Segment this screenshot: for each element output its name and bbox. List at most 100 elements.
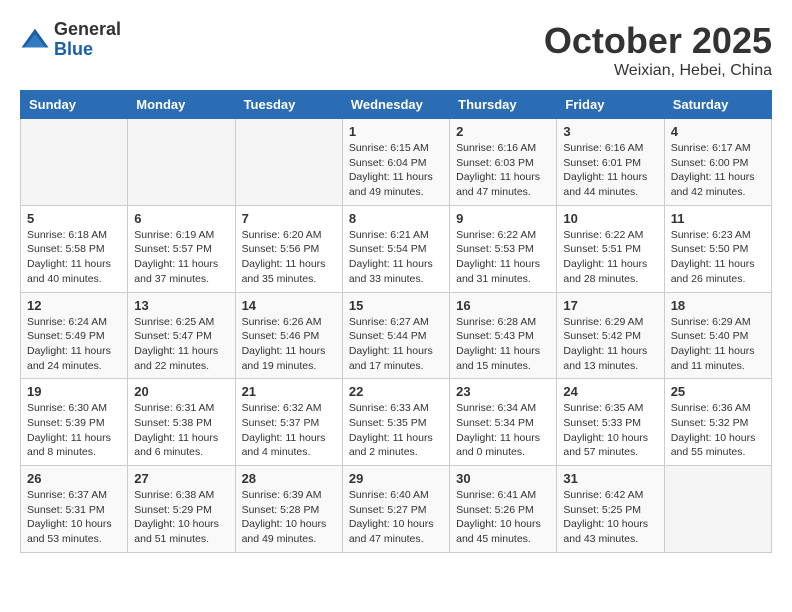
calendar-cell: 18Sunrise: 6:29 AM Sunset: 5:40 PM Dayli…	[664, 292, 771, 379]
day-info: Sunrise: 6:27 AM Sunset: 5:44 PM Dayligh…	[349, 315, 443, 374]
logo-general: General	[54, 20, 121, 40]
calendar-cell	[235, 119, 342, 206]
calendar-cell: 14 Sunrise: 6:26 AM Sunset: 5:46 PM Dayli…	[235, 292, 342, 379]
calendar-cell: 10 Sunrise: 6:22 AM Sunset: 5:51 PM Dayli…	[557, 205, 664, 292]
weekday-header: Monday	[128, 91, 235, 119]
day-number: 29	[349, 471, 443, 486]
day-number: 15	[349, 298, 443, 313]
day-number: 10	[563, 211, 657, 226]
day-number: 16	[456, 298, 550, 313]
day-info: Sunrise: 6:16 AM Sunset: 6:03 PM Dayligh…	[456, 141, 550, 200]
day-number: 30	[456, 471, 550, 486]
day-number: 22	[349, 384, 443, 399]
day-info: Sunrise: 6:20 AM Sunset: 5:56 PM Dayligh…	[242, 228, 336, 287]
title-block: October 2025 Weixian, Hebei, China	[544, 20, 772, 80]
calendar-cell: 25Sunrise: 6:36 AM Sunset: 5:32 PM Dayli…	[664, 379, 771, 466]
page-header: General Blue October 2025 Weixian, Hebei…	[20, 20, 772, 80]
day-number: 24	[563, 384, 657, 399]
calendar-cell: 16 Sunrise: 6:28 AM Sunset: 5:43 PM Dayli…	[450, 292, 557, 379]
calendar-cell: 24 Sunrise: 6:35 AM Sunset: 5:33 PM Dayli…	[557, 379, 664, 466]
calendar-header-row: SundayMondayTuesdayWednesdayThursdayFrid…	[21, 91, 772, 119]
day-info: Sunrise: 6:39 AM Sunset: 5:28 PM Dayligh…	[242, 488, 336, 547]
calendar-cell: 22 Sunrise: 6:33 AM Sunset: 5:35 PM Dayli…	[342, 379, 449, 466]
logo-text: General Blue	[54, 20, 121, 60]
calendar-cell: 5Sunrise: 6:18 AM Sunset: 5:58 PM Daylig…	[21, 205, 128, 292]
day-info: Sunrise: 6:25 AM Sunset: 5:47 PM Dayligh…	[134, 315, 228, 374]
weekday-header: Wednesday	[342, 91, 449, 119]
day-number: 25	[671, 384, 765, 399]
logo: General Blue	[20, 20, 121, 60]
day-info: Sunrise: 6:22 AM Sunset: 5:53 PM Dayligh…	[456, 228, 550, 287]
calendar-cell: 20Sunrise: 6:31 AM Sunset: 5:38 PM Dayli…	[128, 379, 235, 466]
day-number: 31	[563, 471, 657, 486]
day-info: Sunrise: 6:34 AM Sunset: 5:34 PM Dayligh…	[456, 401, 550, 460]
location-subtitle: Weixian, Hebei, China	[544, 62, 772, 80]
day-info: Sunrise: 6:22 AM Sunset: 5:51 PM Dayligh…	[563, 228, 657, 287]
day-info: Sunrise: 6:41 AM Sunset: 5:26 PM Dayligh…	[456, 488, 550, 547]
day-number: 20	[134, 384, 228, 399]
day-number: 27	[134, 471, 228, 486]
calendar-cell: 4Sunrise: 6:17 AM Sunset: 6:00 PM Daylig…	[664, 119, 771, 206]
calendar-cell: 21Sunrise: 6:32 AM Sunset: 5:37 PM Dayli…	[235, 379, 342, 466]
calendar-cell	[664, 466, 771, 553]
day-number: 14	[242, 298, 336, 313]
calendar-cell: 11Sunrise: 6:23 AM Sunset: 5:50 PM Dayli…	[664, 205, 771, 292]
calendar-cell: 31 Sunrise: 6:42 AM Sunset: 5:25 PM Dayli…	[557, 466, 664, 553]
calendar-cell: 17 Sunrise: 6:29 AM Sunset: 5:42 PM Dayli…	[557, 292, 664, 379]
weekday-header: Saturday	[664, 91, 771, 119]
calendar-cell: 13 Sunrise: 6:25 AM Sunset: 5:47 PM Dayli…	[128, 292, 235, 379]
day-number: 1	[349, 124, 443, 139]
calendar-cell: 23 Sunrise: 6:34 AM Sunset: 5:34 PM Dayli…	[450, 379, 557, 466]
day-number: 23	[456, 384, 550, 399]
day-number: 17	[563, 298, 657, 313]
day-info: Sunrise: 6:19 AM Sunset: 5:57 PM Dayligh…	[134, 228, 228, 287]
weekday-header: Thursday	[450, 91, 557, 119]
day-info: Sunrise: 6:29 AM Sunset: 5:42 PM Dayligh…	[563, 315, 657, 374]
day-info: Sunrise: 6:37 AM Sunset: 5:31 PM Dayligh…	[27, 488, 121, 547]
day-info: Sunrise: 6:29 AM Sunset: 5:40 PM Dayligh…	[671, 315, 765, 374]
calendar-cell: 19 Sunrise: 6:30 AM Sunset: 5:39 PM Dayli…	[21, 379, 128, 466]
day-info: Sunrise: 6:16 AM Sunset: 6:01 PM Dayligh…	[563, 141, 657, 200]
day-info: Sunrise: 6:15 AM Sunset: 6:04 PM Dayligh…	[349, 141, 443, 200]
day-number: 28	[242, 471, 336, 486]
calendar-week-row: 19 Sunrise: 6:30 AM Sunset: 5:39 PM Dayli…	[21, 379, 772, 466]
day-number: 2	[456, 124, 550, 139]
day-number: 5	[27, 211, 121, 226]
calendar-week-row: 26 Sunrise: 6:37 AM Sunset: 5:31 PM Dayli…	[21, 466, 772, 553]
calendar-week-row: 12 Sunrise: 6:24 AM Sunset: 5:49 PM Dayli…	[21, 292, 772, 379]
month-title: October 2025	[544, 20, 772, 62]
day-number: 12	[27, 298, 121, 313]
day-info: Sunrise: 6:40 AM Sunset: 5:27 PM Dayligh…	[349, 488, 443, 547]
day-info: Sunrise: 6:35 AM Sunset: 5:33 PM Dayligh…	[563, 401, 657, 460]
day-info: Sunrise: 6:24 AM Sunset: 5:49 PM Dayligh…	[27, 315, 121, 374]
day-info: Sunrise: 6:26 AM Sunset: 5:46 PM Dayligh…	[242, 315, 336, 374]
calendar-cell: 27Sunrise: 6:38 AM Sunset: 5:29 PM Dayli…	[128, 466, 235, 553]
day-number: 21	[242, 384, 336, 399]
calendar-table: SundayMondayTuesdayWednesdayThursdayFrid…	[20, 90, 772, 553]
day-info: Sunrise: 6:30 AM Sunset: 5:39 PM Dayligh…	[27, 401, 121, 460]
day-number: 19	[27, 384, 121, 399]
day-info: Sunrise: 6:33 AM Sunset: 5:35 PM Dayligh…	[349, 401, 443, 460]
calendar-cell: 2 Sunrise: 6:16 AM Sunset: 6:03 PM Daylig…	[450, 119, 557, 206]
day-number: 7	[242, 211, 336, 226]
calendar-cell: 26 Sunrise: 6:37 AM Sunset: 5:31 PM Dayli…	[21, 466, 128, 553]
day-number: 26	[27, 471, 121, 486]
calendar-cell: 1 Sunrise: 6:15 AM Sunset: 6:04 PM Daylig…	[342, 119, 449, 206]
calendar-cell: 7 Sunrise: 6:20 AM Sunset: 5:56 PM Daylig…	[235, 205, 342, 292]
calendar-week-row: 1 Sunrise: 6:15 AM Sunset: 6:04 PM Daylig…	[21, 119, 772, 206]
day-info: Sunrise: 6:21 AM Sunset: 5:54 PM Dayligh…	[349, 228, 443, 287]
day-info: Sunrise: 6:42 AM Sunset: 5:25 PM Dayligh…	[563, 488, 657, 547]
day-number: 6	[134, 211, 228, 226]
day-info: Sunrise: 6:23 AM Sunset: 5:50 PM Dayligh…	[671, 228, 765, 287]
calendar-week-row: 5Sunrise: 6:18 AM Sunset: 5:58 PM Daylig…	[21, 205, 772, 292]
calendar-cell: 9Sunrise: 6:22 AM Sunset: 5:53 PM Daylig…	[450, 205, 557, 292]
calendar-cell: 3Sunrise: 6:16 AM Sunset: 6:01 PM Daylig…	[557, 119, 664, 206]
logo-blue: Blue	[54, 40, 121, 60]
weekday-header: Tuesday	[235, 91, 342, 119]
day-number: 13	[134, 298, 228, 313]
calendar-cell	[128, 119, 235, 206]
day-info: Sunrise: 6:17 AM Sunset: 6:00 PM Dayligh…	[671, 141, 765, 200]
day-info: Sunrise: 6:28 AM Sunset: 5:43 PM Dayligh…	[456, 315, 550, 374]
calendar-cell: 29 Sunrise: 6:40 AM Sunset: 5:27 PM Dayli…	[342, 466, 449, 553]
calendar-cell: 12 Sunrise: 6:24 AM Sunset: 5:49 PM Dayli…	[21, 292, 128, 379]
